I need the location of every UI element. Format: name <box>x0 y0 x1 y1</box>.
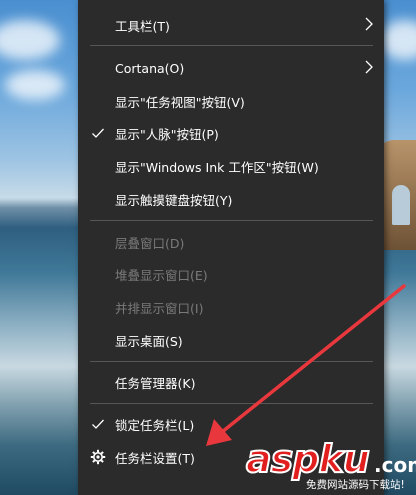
cloud-shape <box>5 70 65 100</box>
menu-item-label: 显示"任务视图"按钮(V) <box>115 94 245 110</box>
taskbar-context-menu: 工具栏(T) Cortana(O) 显示"任务视图"按钮(V) 显示"人脉"按钮… <box>78 0 384 495</box>
menu-separator <box>90 220 373 221</box>
menu-item-label: 显示桌面(S) <box>115 333 183 349</box>
watermark-brand: aspku <box>245 437 371 481</box>
watermark-tagline: 免费网站源码下载站! <box>306 479 405 491</box>
chevron-right-icon <box>365 60 373 74</box>
menu-item-side-by-side-windows: 并排显示窗口(I) <box>78 290 384 324</box>
sea-rock-arch <box>392 185 410 225</box>
watermark-domain: .com <box>374 453 416 477</box>
checkmark-icon <box>92 419 104 429</box>
menu-item-lock-taskbar[interactable]: 锁定任务栏(L) <box>78 407 384 441</box>
menu-separator <box>90 361 373 362</box>
menu-item-task-manager[interactable]: 任务管理器(K) <box>78 365 384 399</box>
menu-item-toolbars[interactable]: 工具栏(T) <box>78 8 384 42</box>
menu-item-label: 工具栏(T) <box>115 18 170 34</box>
menu-item-cortana[interactable]: Cortana(O) <box>78 51 384 85</box>
cloud-shape <box>380 20 416 60</box>
menu-separator <box>90 403 373 404</box>
checkmark-icon <box>92 128 104 138</box>
menu-item-label: 显示触摸键盘按钮(Y) <box>115 192 233 208</box>
menu-item-label: 显示"人脉"按钮(P) <box>115 126 219 142</box>
menu-item-task-view-button[interactable]: 显示"任务视图"按钮(V) <box>78 84 384 118</box>
menu-item-cascade-windows: 层叠窗口(D) <box>78 225 384 259</box>
watermark-logo: aspku .com 免费网站源码下载站! <box>245 437 416 495</box>
menu-item-label: 层叠窗口(D) <box>115 235 185 251</box>
menu-item-label: 锁定任务栏(L) <box>115 417 195 433</box>
menu-item-windows-ink-button[interactable]: 显示"Windows Ink 工作区"按钮(W) <box>78 149 384 183</box>
gear-icon <box>90 449 106 465</box>
menu-item-label: 任务管理器(K) <box>115 375 196 391</box>
menu-item-touch-keyboard-button[interactable]: 显示触摸键盘按钮(Y) <box>78 182 384 216</box>
menu-item-people-button[interactable]: 显示"人脉"按钮(P) <box>78 116 384 150</box>
chevron-right-icon <box>365 17 373 31</box>
menu-item-stack-windows: 堆叠显示窗口(E) <box>78 257 384 291</box>
menu-separator <box>90 45 373 46</box>
menu-item-label: 显示"Windows Ink 工作区"按钮(W) <box>115 159 319 175</box>
menu-item-label: Cortana(O) <box>115 60 185 76</box>
menu-item-label: 并排显示窗口(I) <box>115 300 204 316</box>
menu-item-show-desktop[interactable]: 显示桌面(S) <box>78 323 384 357</box>
menu-item-label: 任务栏设置(T) <box>115 450 195 466</box>
menu-item-label: 堆叠显示窗口(E) <box>115 267 208 283</box>
cloud-shape <box>0 20 60 60</box>
